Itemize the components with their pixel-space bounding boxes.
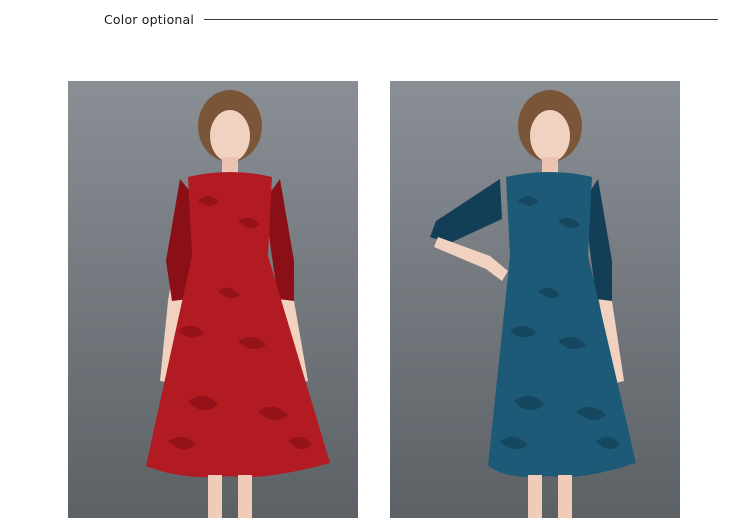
product-photo-red[interactable] <box>68 81 358 518</box>
section-title: Color optional <box>104 11 195 27</box>
model-red-dress-image <box>68 81 358 518</box>
product-color-section: Color optional <box>0 0 750 528</box>
model-blue-dress-image <box>390 81 680 518</box>
section-header: Color optional <box>104 8 718 30</box>
product-photo-blue[interactable] <box>390 81 680 518</box>
divider-line <box>204 18 718 20</box>
